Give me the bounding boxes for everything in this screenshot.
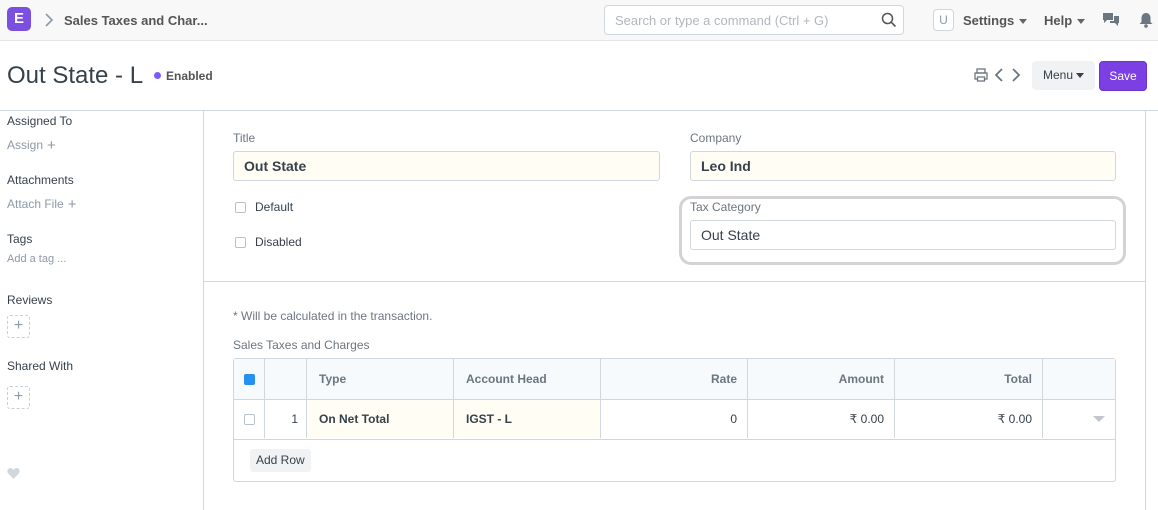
caret-down-icon: [1077, 19, 1086, 25]
settings-label: Settings: [963, 13, 1015, 28]
bell-icon[interactable]: [1137, 11, 1155, 29]
default-checkbox[interactable]: [235, 202, 246, 213]
status-label: Enabled: [166, 69, 213, 83]
table-footer-divider: [234, 439, 1115, 440]
status-badge: Enabled: [154, 69, 213, 83]
attach-file-label: Attach File: [7, 197, 64, 211]
taxes-table-label: Sales Taxes and Charges: [233, 338, 370, 352]
header-type[interactable]: Type: [307, 359, 454, 399]
row-actions-cell: [1043, 399, 1115, 438]
tax-category-label: Tax Category: [690, 200, 761, 214]
section-divider: [203, 281, 1146, 282]
heart-icon[interactable]: [7, 467, 20, 480]
assign-label: Assign: [7, 138, 44, 152]
settings-dropdown[interactable]: Settings: [963, 13, 1028, 28]
header-amount[interactable]: Amount: [748, 359, 895, 399]
row-amount[interactable]: ₹ 0.00: [748, 399, 895, 438]
chevron-left-icon[interactable]: [994, 66, 1004, 84]
save-button[interactable]: Save: [1099, 61, 1147, 91]
tax-category-field[interactable]: Out State: [690, 220, 1116, 250]
search-icon[interactable]: [881, 12, 897, 28]
help-label: Help: [1044, 13, 1073, 28]
attach-file-link[interactable]: Attach File +: [7, 196, 76, 213]
header-checkbox-cell: [234, 359, 265, 399]
plus-icon: +: [67, 196, 77, 213]
reviews-heading: Reviews: [7, 293, 53, 307]
row-index: 1: [265, 399, 307, 438]
title-field[interactable]: Out State: [233, 151, 660, 181]
header-index-cell: [265, 359, 307, 399]
taxes-table: Type Account Head Rate Amount Total 1 On…: [233, 358, 1116, 482]
row-total[interactable]: ₹ 0.00: [895, 399, 1043, 438]
plus-icon: +: [47, 137, 56, 154]
assigned-to-heading: Assigned To: [7, 114, 73, 128]
breadcrumb[interactable]: Sales Taxes and Char...: [64, 13, 208, 28]
chevron-right-icon: [45, 13, 54, 27]
add-review-button[interactable]: +: [7, 315, 30, 338]
row-checkbox-cell: [234, 399, 265, 438]
header-rate[interactable]: Rate: [601, 359, 748, 399]
company-field[interactable]: Leo Ind: [690, 151, 1116, 181]
header-account-head[interactable]: Account Head: [454, 359, 601, 399]
tags-heading: Tags: [7, 232, 33, 246]
header-actions-cell: [1043, 359, 1115, 399]
attachments-heading: Attachments: [7, 173, 74, 187]
caret-down-icon: [1076, 73, 1085, 79]
chat-icon[interactable]: [1102, 11, 1120, 29]
caret-down-icon: [1019, 19, 1028, 25]
app-logo[interactable]: E: [7, 7, 31, 31]
search-input[interactable]: [605, 6, 865, 34]
disabled-checkbox[interactable]: [235, 237, 246, 248]
row-account-head[interactable]: IGST - L: [454, 399, 601, 438]
chevron-right-icon[interactable]: [1011, 66, 1021, 84]
row-type[interactable]: On Net Total: [307, 399, 454, 438]
row-rate[interactable]: 0: [601, 399, 748, 438]
dropdown-caret-icon[interactable]: [1093, 415, 1105, 423]
status-dot-icon: [154, 72, 161, 79]
row-checkbox[interactable]: [244, 414, 255, 425]
avatar[interactable]: U: [933, 9, 954, 31]
page-title: Out State - L: [7, 62, 144, 89]
title-label: Title: [233, 131, 256, 145]
disabled-label: Disabled: [255, 235, 302, 249]
default-label: Default: [255, 200, 294, 214]
calculation-note: * Will be calculated in the transaction.: [233, 309, 433, 323]
add-tag-link[interactable]: Add a tag ...: [7, 253, 66, 265]
assign-link[interactable]: Assign +: [7, 137, 56, 154]
help-dropdown[interactable]: Help: [1044, 13, 1086, 28]
header-total[interactable]: Total: [895, 359, 1043, 399]
select-all-checkbox[interactable]: [244, 374, 255, 385]
navbar: E Sales Taxes and Char... U Settings Hel…: [0, 0, 1158, 41]
menu-label: Menu: [1042, 68, 1074, 82]
add-row-button[interactable]: Add Row: [250, 449, 311, 472]
add-share-button[interactable]: +: [7, 386, 30, 409]
company-label: Company: [690, 131, 742, 145]
print-icon[interactable]: [974, 66, 988, 84]
shared-with-heading: Shared With: [7, 359, 74, 373]
search-box[interactable]: [604, 5, 904, 35]
menu-button[interactable]: Menu: [1032, 61, 1095, 90]
